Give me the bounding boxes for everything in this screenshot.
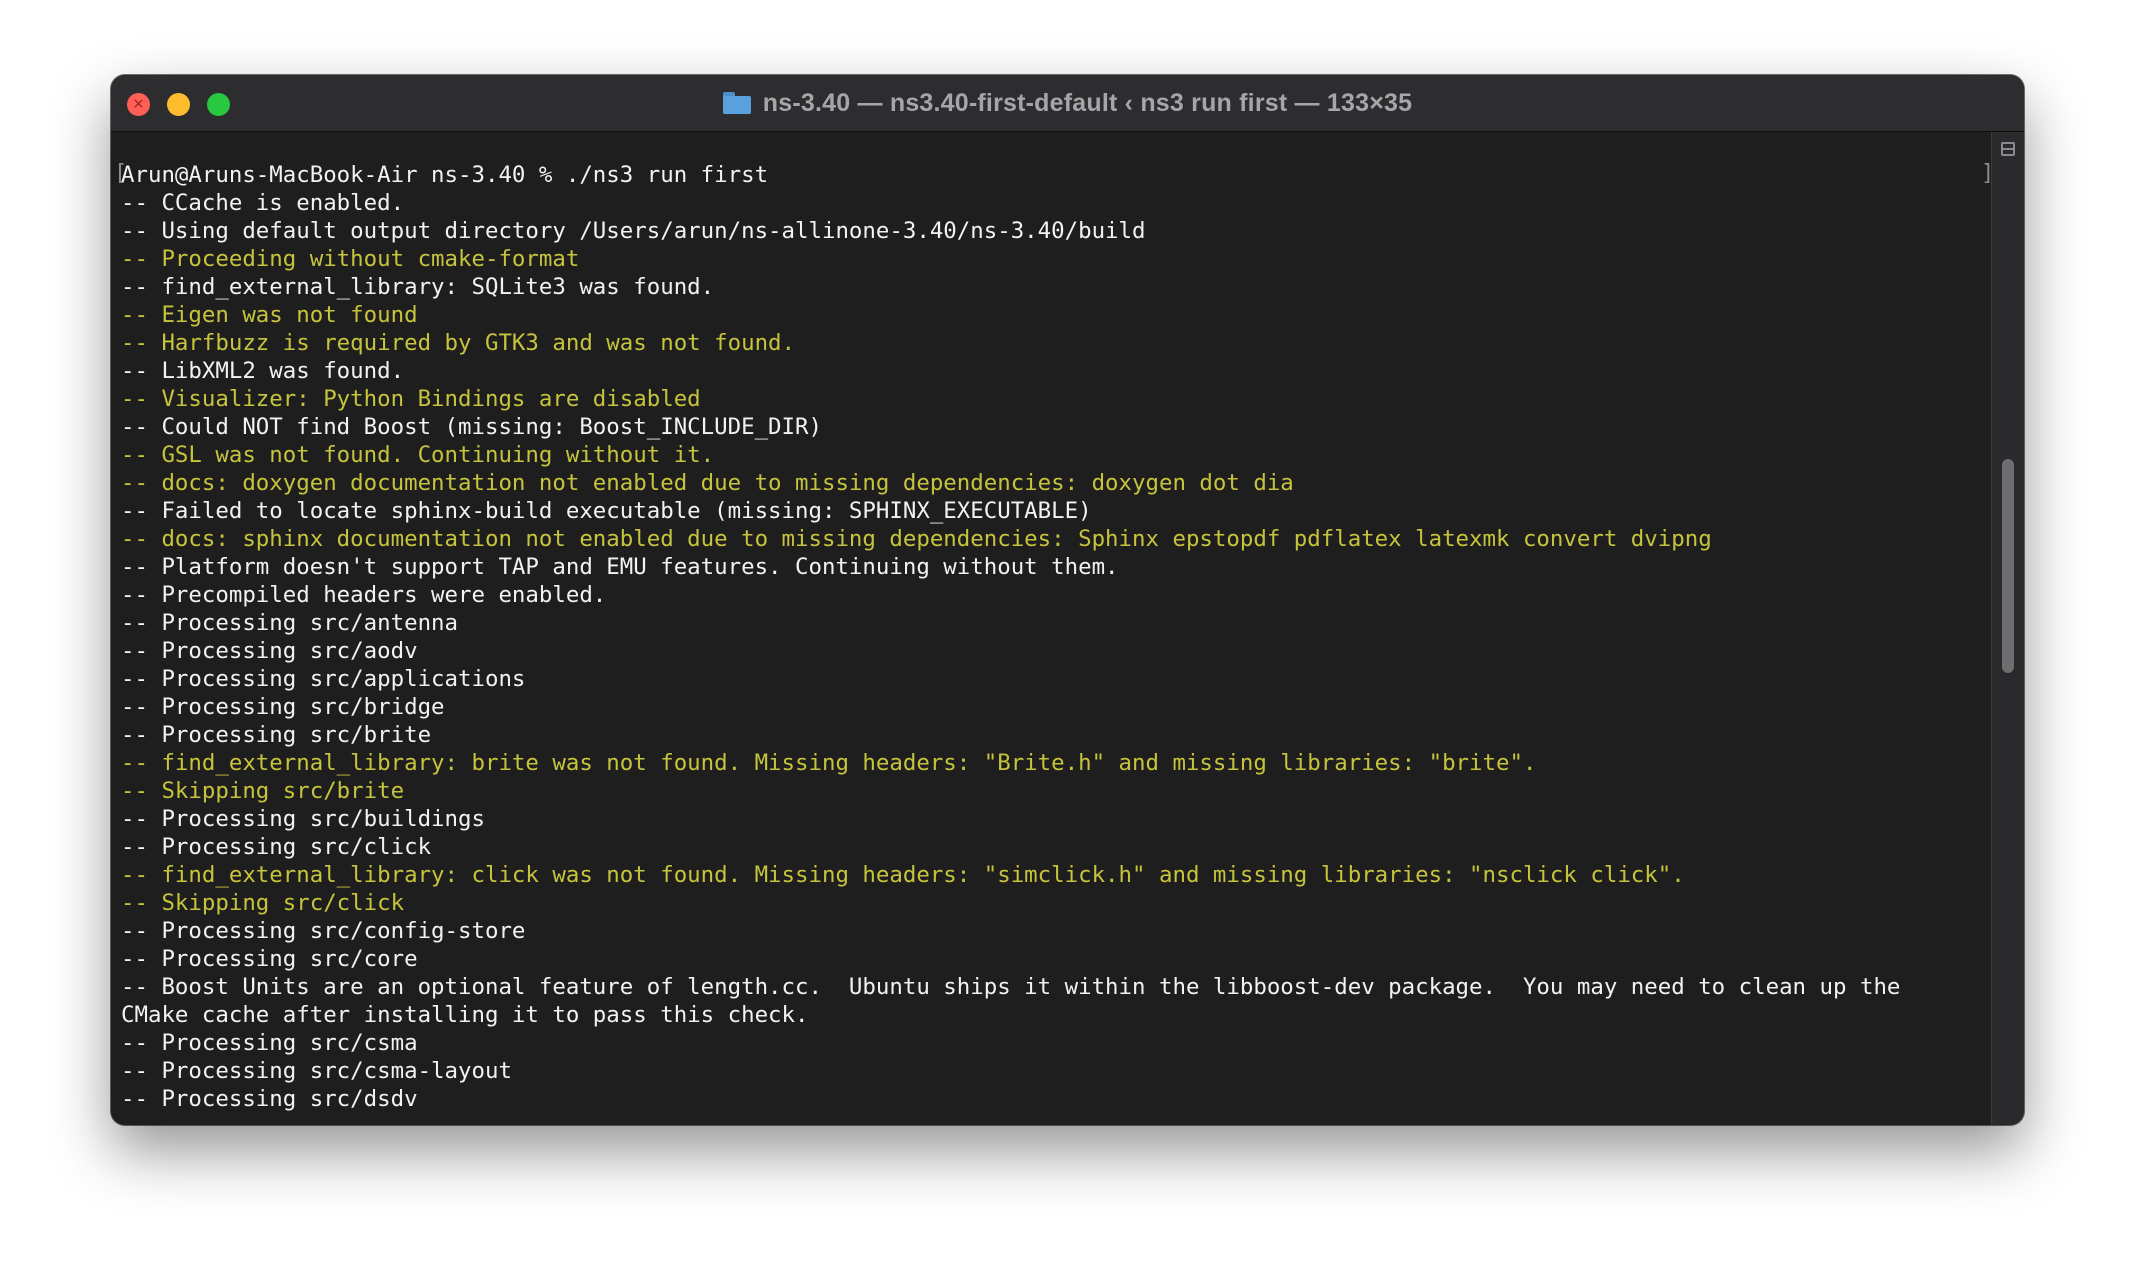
output-line: -- LibXML2 was found.: [121, 358, 405, 384]
output-line: -- Boost Units are an optional feature o…: [121, 974, 1901, 1000]
output-line: -- Processing src/bridge: [121, 694, 445, 720]
output-line: -- find_external_library: click was not …: [121, 862, 1685, 888]
output-line: -- Precompiled headers were enabled.: [121, 582, 607, 608]
output-line: -- Eigen was not found: [121, 302, 418, 328]
terminal-window: × ns-3.40 — ns3.40-first-default ‹ ns3 r…: [111, 75, 2024, 1125]
output-line: CMake cache after installing it to pass …: [121, 1002, 809, 1028]
output-line: -- Harfbuzz is required by GTK3 and was …: [121, 330, 796, 356]
output-line: -- Failed to locate sphinx-build executa…: [121, 498, 1092, 524]
output-line: -- Processing src/antenna: [121, 610, 459, 636]
output-line: -- Processing src/buildings: [121, 806, 485, 832]
terminal-output-area[interactable]: [ Arun@Aruns-MacBook-Air ns-3.40 % ./ns3…: [111, 132, 1994, 1125]
output-line: -- Processing src/applications: [121, 666, 526, 692]
output-line: -- Processing src/click: [121, 834, 432, 860]
window-title: ns-3.40 — ns3.40-first-default ‹ ns3 run…: [762, 88, 1413, 117]
output-line: -- docs: sphinx documentation not enable…: [121, 526, 1712, 552]
output-line: -- Processing src/csma: [121, 1030, 418, 1056]
output-line: -- Skipping src/click: [121, 890, 405, 916]
output-line: -- Visualizer: Python Bindings are disab…: [121, 386, 701, 412]
output-line: -- Skipping src/brite: [121, 778, 405, 804]
output-line: -- find_external_library: SQLite3 was fo…: [121, 274, 715, 300]
output-line: -- Processing src/core: [121, 946, 418, 972]
output-line: -- docs: doxygen documentation not enabl…: [121, 470, 1294, 496]
output-line: -- Processing src/dsdv: [121, 1086, 418, 1112]
split-pane-icon[interactable]: [2001, 142, 2015, 156]
output-line: -- Processing src/aodv: [121, 638, 418, 664]
title-bar[interactable]: × ns-3.40 — ns3.40-first-default ‹ ns3 r…: [111, 75, 2024, 132]
output-line: -- Platform doesn't support TAP and EMU …: [121, 554, 1119, 580]
scrollbar-track[interactable]: [1991, 132, 2024, 1125]
output-line: -- Processing src/brite: [121, 722, 432, 748]
output-line: -- find_external_library: brite was not …: [121, 750, 1537, 776]
output-line: -- Processing src/csma-layout: [121, 1058, 512, 1084]
scrollbar-thumb[interactable]: [2002, 459, 2014, 673]
folder-icon: [722, 92, 751, 114]
output-line: -- Could NOT find Boost (missing: Boost_…: [121, 414, 822, 440]
output-line: -- Proceeding without cmake-format: [121, 246, 580, 272]
window-title-container: ns-3.40 — ns3.40-first-default ‹ ns3 run…: [111, 75, 2024, 131]
output-line: -- GSL was not found. Continuing without…: [121, 442, 715, 468]
terminal-output[interactable]: Arun@Aruns-MacBook-Air ns-3.40 % ./ns3 r…: [121, 161, 1900, 1113]
output-line: -- Processing src/config-store: [121, 918, 526, 944]
prompt-line: Arun@Aruns-MacBook-Air ns-3.40 % ./ns3 r…: [121, 162, 769, 188]
output-line: -- Using default output directory /Users…: [121, 218, 1146, 244]
output-line: -- CCache is enabled.: [121, 190, 405, 216]
